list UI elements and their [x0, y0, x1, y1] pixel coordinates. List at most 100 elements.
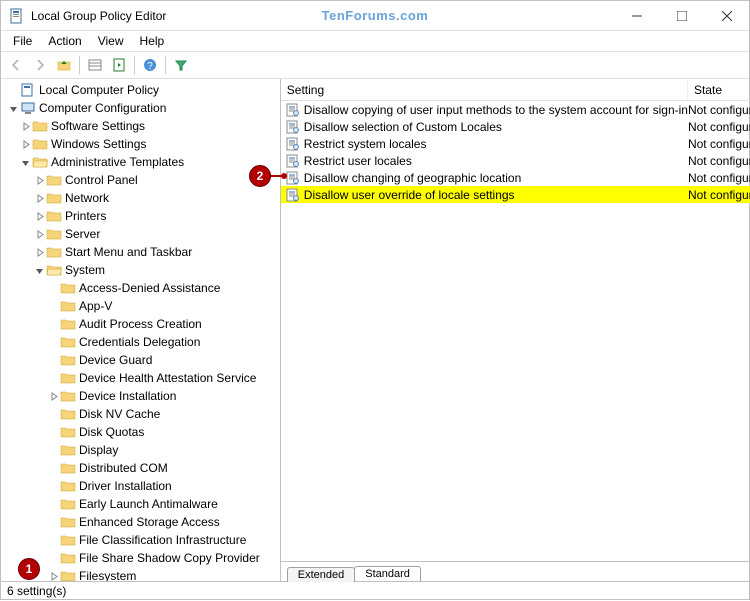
twisty-icon[interactable] — [47, 318, 59, 330]
close-button[interactable] — [704, 1, 749, 31]
twisty-icon[interactable] — [19, 138, 31, 150]
settings-list[interactable]: Disallow copying of user input methods t… — [281, 101, 750, 561]
tree-node[interactable]: System — [3, 261, 280, 279]
folder-icon — [60, 425, 76, 439]
twisty-icon[interactable] — [47, 462, 59, 474]
twisty-icon[interactable] — [47, 300, 59, 312]
twisty-icon[interactable] — [47, 570, 59, 581]
tree-label: Windows Settings — [51, 135, 146, 153]
tree-label: Administrative Templates — [51, 153, 184, 171]
setting-row[interactable]: Disallow changing of geographic location… — [281, 169, 750, 186]
tree-node[interactable]: Local Computer Policy — [3, 81, 280, 99]
twisty-icon[interactable] — [33, 264, 45, 276]
back-button[interactable] — [5, 54, 27, 76]
twisty-icon[interactable] — [47, 390, 59, 402]
setting-row[interactable]: Disallow user override of locale setting… — [281, 186, 750, 203]
tree-node[interactable]: Early Launch Antimalware — [3, 495, 280, 513]
filter-button[interactable] — [170, 54, 192, 76]
tree-node[interactable]: Computer Configuration — [3, 99, 280, 117]
twisty-icon[interactable] — [33, 246, 45, 258]
menu-view[interactable]: View — [90, 32, 132, 50]
tree-node[interactable]: Device Guard — [3, 351, 280, 369]
setting-name: Restrict system locales — [304, 137, 688, 151]
twisty-icon[interactable] — [33, 210, 45, 222]
forward-button[interactable] — [29, 54, 51, 76]
menu-action[interactable]: Action — [40, 32, 89, 50]
twisty-icon[interactable] — [47, 444, 59, 456]
twisty-icon[interactable] — [19, 120, 31, 132]
twisty-icon[interactable] — [47, 426, 59, 438]
tree-node[interactable]: Administrative Templates — [3, 153, 280, 171]
show-hide-tree-button[interactable] — [84, 54, 106, 76]
twisty-icon[interactable] — [47, 336, 59, 348]
tree-node[interactable]: Device Installation — [3, 387, 280, 405]
tree-node[interactable]: Enhanced Storage Access — [3, 513, 280, 531]
tree-node[interactable]: Driver Installation — [3, 477, 280, 495]
twisty-icon[interactable] — [47, 516, 59, 528]
tree-node[interactable]: Start Menu and Taskbar — [3, 243, 280, 261]
menu-file[interactable]: File — [5, 32, 40, 50]
tree-node[interactable]: File Classification Infrastructure — [3, 531, 280, 549]
twisty-icon[interactable] — [47, 480, 59, 492]
tab-standard[interactable]: Standard — [354, 566, 421, 581]
setting-icon — [285, 120, 301, 134]
setting-state: Not configured — [688, 188, 750, 202]
window-controls — [614, 1, 749, 31]
tree-node[interactable]: Device Health Attestation Service — [3, 369, 280, 387]
maximize-button[interactable] — [659, 1, 704, 31]
tree-node[interactable]: Disk Quotas — [3, 423, 280, 441]
setting-row[interactable]: Disallow copying of user input methods t… — [281, 101, 750, 118]
twisty-icon[interactable] — [47, 552, 59, 564]
tree-node[interactable]: Filesystem — [3, 567, 280, 581]
folder-icon — [60, 407, 76, 421]
tree-node[interactable]: Network — [3, 189, 280, 207]
policy-tree[interactable]: Local Computer PolicyComputer Configurat… — [1, 79, 280, 581]
tree-node[interactable]: Display — [3, 441, 280, 459]
twisty-icon[interactable] — [47, 354, 59, 366]
twisty-icon[interactable] — [19, 156, 31, 168]
tree-node[interactable]: File Share Shadow Copy Provider — [3, 549, 280, 567]
setting-name: Disallow copying of user input methods t… — [304, 103, 688, 117]
tree-node[interactable]: Access-Denied Assistance — [3, 279, 280, 297]
tree-label: Distributed COM — [79, 459, 168, 477]
twisty-icon[interactable] — [33, 228, 45, 240]
help-button[interactable]: ? — [139, 54, 161, 76]
twisty-icon[interactable] — [47, 282, 59, 294]
setting-row[interactable]: Restrict user localesNot configuredNo — [281, 152, 750, 169]
tree-node[interactable]: Distributed COM — [3, 459, 280, 477]
menu-help[interactable]: Help — [132, 32, 173, 50]
tree-node[interactable]: Control Panel — [3, 171, 280, 189]
folder-icon — [46, 227, 62, 241]
twisty-icon[interactable] — [33, 192, 45, 204]
tree-node[interactable]: Audit Process Creation — [3, 315, 280, 333]
up-button[interactable] — [53, 54, 75, 76]
column-state[interactable]: State — [688, 80, 750, 100]
tree-node[interactable]: Software Settings — [3, 117, 280, 135]
tree-node[interactable]: Windows Settings — [3, 135, 280, 153]
twisty-icon[interactable] — [7, 102, 19, 114]
tree-label: Driver Installation — [79, 477, 172, 495]
tree-node[interactable]: Credentials Delegation — [3, 333, 280, 351]
setting-state: Not configured — [688, 154, 750, 168]
refresh-button[interactable] — [108, 54, 130, 76]
tree-node[interactable]: Disk NV Cache — [3, 405, 280, 423]
twisty-icon[interactable] — [47, 498, 59, 510]
setting-row[interactable]: Disallow selection of Custom LocalesNot … — [281, 118, 750, 135]
twisty-icon[interactable] — [7, 84, 19, 96]
column-setting[interactable]: Setting — [281, 80, 688, 100]
twisty-icon[interactable] — [47, 408, 59, 420]
tree-node[interactable]: Printers — [3, 207, 280, 225]
twisty-icon[interactable] — [33, 174, 45, 186]
folder-icon — [60, 479, 76, 493]
tree-label: Printers — [65, 207, 106, 225]
setting-row[interactable]: Restrict system localesNot configuredNo — [281, 135, 750, 152]
folder-icon — [60, 443, 76, 457]
tree-label: System — [65, 261, 105, 279]
tab-extended[interactable]: Extended — [287, 567, 355, 582]
tree-node[interactable]: App-V — [3, 297, 280, 315]
tree-node[interactable]: Server — [3, 225, 280, 243]
twisty-icon[interactable] — [47, 372, 59, 384]
list-pane: Setting State Comment Disallow copying o… — [281, 79, 750, 581]
minimize-button[interactable] — [614, 1, 659, 31]
twisty-icon[interactable] — [47, 534, 59, 546]
